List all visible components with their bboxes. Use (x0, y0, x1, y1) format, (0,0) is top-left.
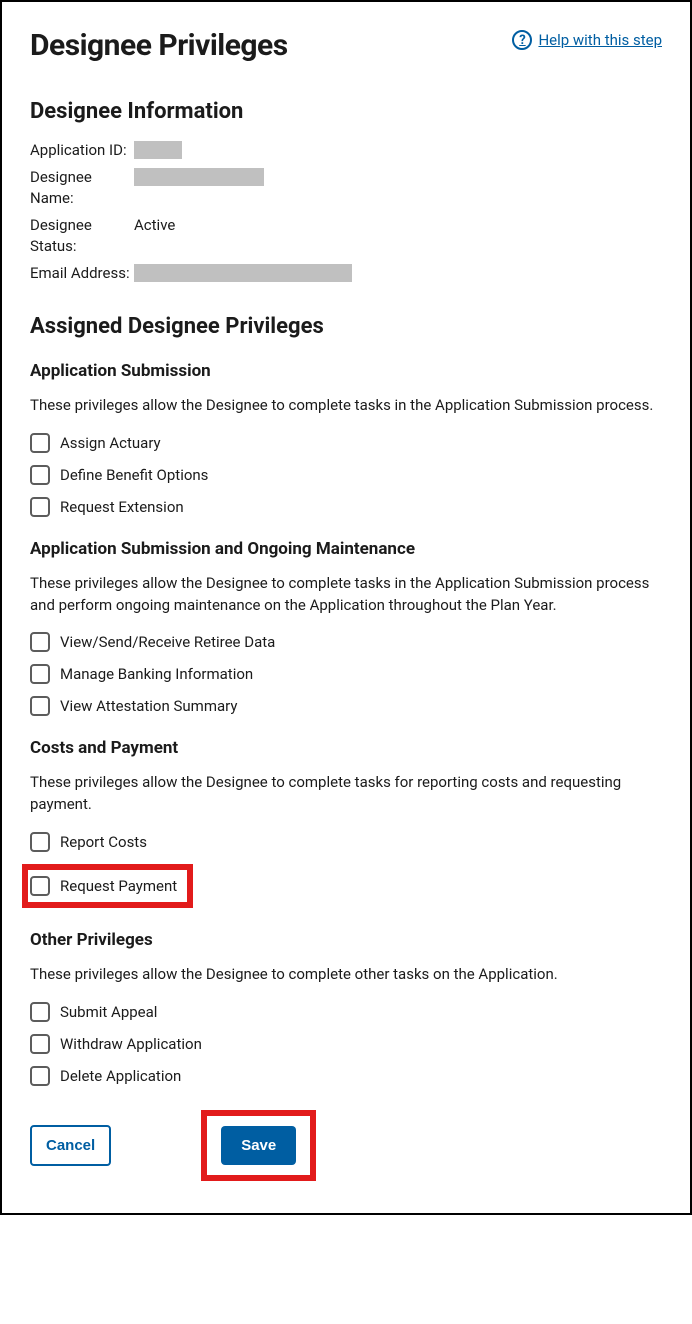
checkbox-define-benefit[interactable] (30, 465, 50, 485)
highlight-save: Save (201, 1110, 316, 1181)
checkbox-row-retiree-data: View/Send/Receive Retiree Data (30, 632, 662, 652)
redacted-value (134, 168, 264, 186)
checkbox-label: Manage Banking Information (60, 665, 253, 683)
checkbox-label: Request Extension (60, 498, 184, 516)
section-title-other: Other Privileges (30, 930, 662, 950)
section-title-ongoing: Application Submission and Ongoing Maint… (30, 539, 662, 559)
checkbox-request-payment[interactable] (30, 876, 50, 896)
checkbox-row-banking: Manage Banking Information (30, 664, 662, 684)
checkbox-assign-actuary[interactable] (30, 433, 50, 453)
redacted-value (134, 264, 352, 282)
checkbox-row-assign-actuary: Assign Actuary (30, 433, 662, 453)
checkbox-label: View/Send/Receive Retiree Data (60, 633, 275, 651)
checkbox-row-request-extension: Request Extension (30, 497, 662, 517)
button-row: Cancel Save (30, 1110, 662, 1181)
checkbox-request-extension[interactable] (30, 497, 50, 517)
section-desc-ongoing: These privileges allow the Designee to c… (30, 573, 662, 617)
checkbox-label: Assign Actuary (60, 434, 161, 452)
section-desc-costs: These privileges allow the Designee to c… (30, 772, 662, 816)
checkbox-row-delete-app: Delete Application (30, 1066, 662, 1086)
section-title-app-submission: Application Submission (30, 361, 662, 381)
checkbox-label: Define Benefit Options (60, 466, 208, 484)
designee-info-grid: Application ID: Designee Name: Designee … (30, 140, 662, 284)
checkbox-row-request-payment: Request Payment (30, 876, 177, 896)
checkbox-row-submit-appeal: Submit Appeal (30, 1002, 662, 1022)
checkbox-retiree-data[interactable] (30, 632, 50, 652)
highlight-request-payment: Request Payment (22, 864, 193, 908)
save-button[interactable]: Save (221, 1126, 296, 1165)
help-link[interactable]: ? Help with this step (512, 30, 662, 50)
checkbox-row-define-benefit: Define Benefit Options (30, 465, 662, 485)
checkbox-delete-app[interactable] (30, 1066, 50, 1086)
checkbox-row-report-costs: Report Costs (30, 832, 662, 852)
checkbox-withdraw[interactable] (30, 1034, 50, 1054)
checkbox-label: Delete Application (60, 1067, 181, 1085)
checkbox-label: View Attestation Summary (60, 697, 237, 715)
info-label-designee-name: Designee Name: (30, 167, 134, 209)
checkbox-submit-appeal[interactable] (30, 1002, 50, 1022)
section-desc-app-submission: These privileges allow the Designee to c… (30, 395, 662, 417)
checkbox-row-withdraw: Withdraw Application (30, 1034, 662, 1054)
checkbox-label: Withdraw Application (60, 1035, 202, 1053)
designee-info-heading: Designee Information (30, 99, 662, 124)
help-link-label: Help with this step (538, 31, 662, 49)
page-title: Designee Privileges (30, 28, 288, 63)
info-value-designee-status: Active (134, 215, 662, 257)
checkbox-report-costs[interactable] (30, 832, 50, 852)
info-label-app-id: Application ID: (30, 140, 134, 161)
cancel-button[interactable]: Cancel (30, 1125, 111, 1166)
info-value-email (134, 263, 662, 284)
checkbox-label: Submit Appeal (60, 1003, 157, 1021)
section-title-costs: Costs and Payment (30, 738, 662, 758)
redacted-value (134, 141, 182, 159)
checkbox-attestation[interactable] (30, 696, 50, 716)
help-icon: ? (512, 30, 532, 50)
info-value-designee-name (134, 167, 662, 209)
checkbox-label: Report Costs (60, 833, 147, 851)
checkbox-banking[interactable] (30, 664, 50, 684)
header-row: Designee Privileges ? Help with this ste… (30, 28, 662, 99)
checkbox-row-attestation: View Attestation Summary (30, 696, 662, 716)
checkbox-label: Request Payment (60, 877, 177, 895)
section-desc-other: These privileges allow the Designee to c… (30, 964, 662, 986)
info-label-designee-status: Designee Status: (30, 215, 134, 257)
info-label-email: Email Address: (30, 263, 134, 284)
privileges-heading: Assigned Designee Privileges (30, 314, 662, 339)
page-container: Designee Privileges ? Help with this ste… (0, 0, 692, 1215)
info-value-app-id (134, 140, 662, 161)
